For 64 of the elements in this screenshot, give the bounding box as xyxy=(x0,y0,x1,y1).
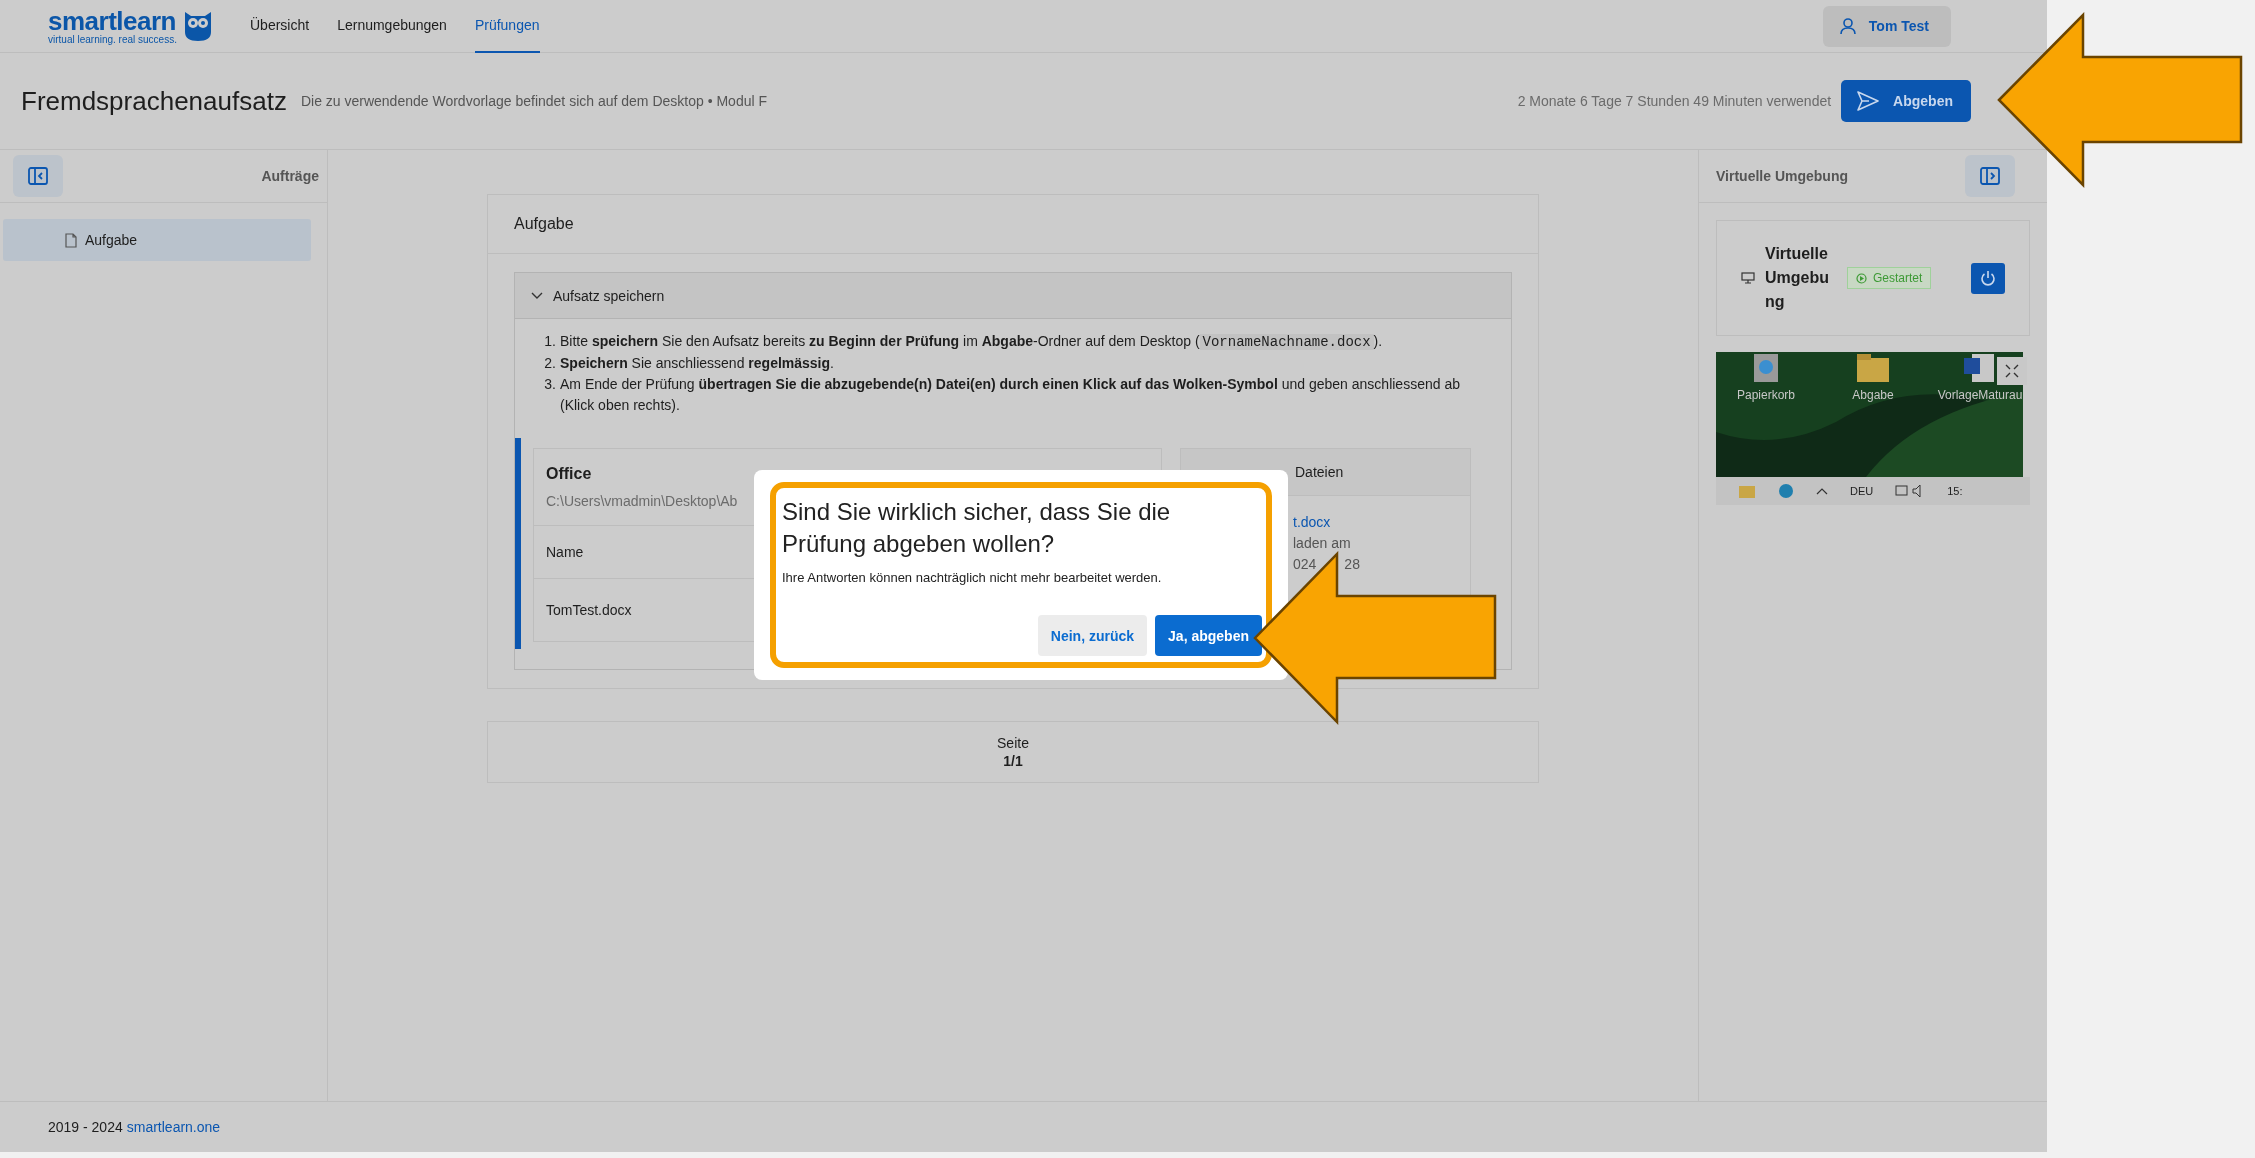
instruction-text: Speichern Sie anschliessend regelmässig. xyxy=(560,354,834,373)
dialog-message: Ihre Antworten können nachträglich nicht mehr bearbeitet werden. xyxy=(782,570,1163,585)
sidebar-item[interactable]: Aufgabe xyxy=(3,219,311,261)
exam-title: Fremdsprachenaufsatz xyxy=(21,85,287,117)
desktop-icon-label: Abgabe xyxy=(1852,388,1894,402)
language-indicator: DEU xyxy=(1850,485,1874,497)
status-text: Gestartet xyxy=(1873,271,1923,285)
logo-wordmark: smartlearn xyxy=(48,7,177,34)
page-number: 1/1 xyxy=(1003,753,1023,769)
folder-icon xyxy=(1855,352,1891,384)
chevron-icon xyxy=(531,291,543,300)
desktop-icon-label: VorlageMaturau xyxy=(1937,388,2023,402)
copyright-text: 2019 - 2024 xyxy=(48,1119,123,1135)
monitor-icon xyxy=(1741,272,1755,284)
send-icon xyxy=(1857,91,1880,111)
cancel-button[interactable]: Nein, zurück xyxy=(1037,615,1148,656)
page-label: Seite xyxy=(997,735,1029,751)
power-icon xyxy=(1980,270,1996,286)
nav-tab[interactable]: Prüfungen xyxy=(474,0,540,53)
collapse-sidebar-button[interactable] xyxy=(13,155,63,197)
folder-icon xyxy=(1738,483,1756,499)
list-number: 2. xyxy=(543,354,557,373)
sidebar-title: Aufträge xyxy=(261,168,319,184)
environment-name: Virtuelle Umgebung xyxy=(1765,244,1830,312)
instruction-text: Am Ende der Prüfung übertragen Sie die abzugebende(n) Datei(en) durch einen Klick auf das Wolken-Symbol und geben anschliessend ab (Klick oben rechts). xyxy=(560,375,1461,415)
time-used-text: 2 Monate 6 Tage 7 Stunden 49 Minuten verwendet xyxy=(1517,93,1832,109)
collapse-icon xyxy=(2005,364,2019,378)
folder-path: C:\Users\vmadmin\Desktop\Ab xyxy=(546,493,738,509)
panel-title: Virtuelle Umgebung xyxy=(1716,168,1848,184)
power-button[interactable] xyxy=(1971,262,2005,294)
play-icon xyxy=(1856,272,1867,284)
user-icon xyxy=(1838,17,1857,35)
table-header-cell: Name xyxy=(546,544,584,560)
table-cell: TomTest.docx xyxy=(546,602,632,618)
accordion-header[interactable]: Aufsatz speichern xyxy=(515,273,1511,319)
footer-link[interactable]: smartlearn.one xyxy=(126,1119,221,1135)
collapse-panel-button[interactable] xyxy=(1965,155,2015,197)
nav-tab[interactable]: Übersicht xyxy=(250,0,310,53)
desktop-icon-label: Papierkorb xyxy=(1737,388,1795,402)
list-number: 1. xyxy=(543,332,557,351)
list-number: 3. xyxy=(543,375,557,394)
panel-left-icon xyxy=(28,167,48,185)
upload-date: 024 xyxy=(1293,555,1317,574)
exam-subtitle: Die zu verwendende Wordvorlage befindet sich auf dem Desktop • Modul F xyxy=(300,93,767,109)
logo-tagline: virtual learning. real success. xyxy=(48,33,177,45)
submit-button[interactable]: Abgeben xyxy=(1841,80,1971,122)
file-link[interactable]: t.docx xyxy=(1293,512,1331,533)
nav-tab[interactable]: Lernumgebungen xyxy=(337,0,447,53)
chevron-icon xyxy=(1816,487,1828,495)
fullscreen-button[interactable] xyxy=(1997,357,2027,385)
user-button[interactable]: Tom Test xyxy=(1822,5,1951,47)
confirm-button[interactable]: Ja, abgeben xyxy=(1155,615,1262,656)
browser-icon xyxy=(1778,483,1794,499)
dialog-title: Sind Sie wirklich sicher, dass Sie die Prüfung abgeben wollen? xyxy=(782,497,1172,559)
upload-info: laden am xyxy=(1293,534,1351,553)
document-icon xyxy=(65,232,77,248)
clock-text: 15: xyxy=(1947,485,1963,497)
task-card-title: Aufgabe xyxy=(488,195,1538,254)
upload-time: 28 xyxy=(1344,555,1360,574)
accordion-title: Aufsatz speichern xyxy=(553,287,665,304)
owl-logo-icon xyxy=(182,10,213,42)
office-title: Office xyxy=(545,464,593,483)
instruction-text: Bitte speichern Sie den Aufsatz bereits zu Beginn der Prüfung im Abgabe-Ordner auf dem Desktop ( VornameNachname.docx ). xyxy=(560,332,1383,352)
panel-right-icon xyxy=(1980,167,2000,185)
